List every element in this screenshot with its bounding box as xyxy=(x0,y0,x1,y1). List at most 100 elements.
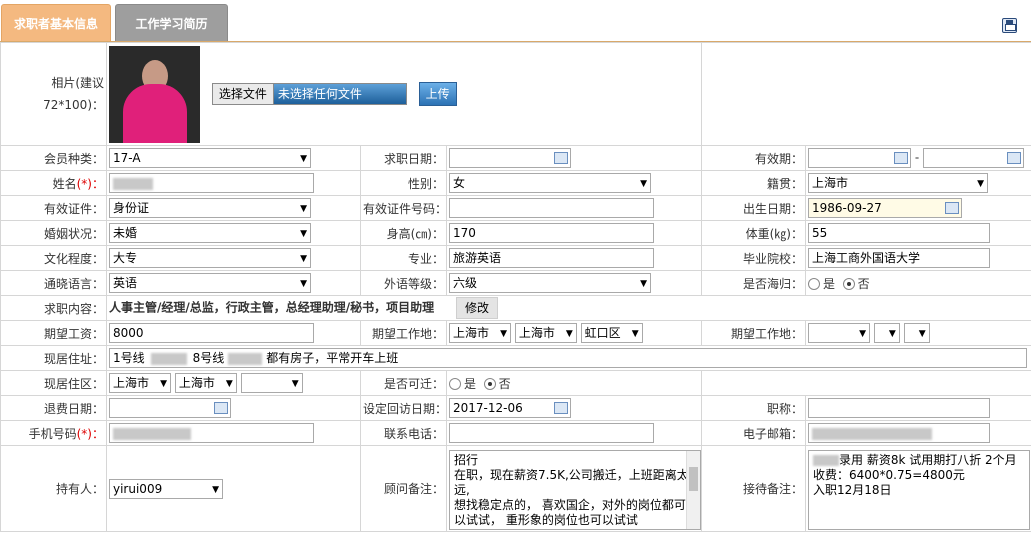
phone-label: 联系电话： xyxy=(360,420,447,446)
gender-select[interactable]: 女 ▼ xyxy=(449,173,651,193)
salary-label: 期望工资： xyxy=(0,320,107,346)
valid-from-input[interactable] xyxy=(808,148,911,168)
reception-note-label: 接待备注： xyxy=(701,445,806,532)
salary-input[interactable]: 8000 xyxy=(109,323,314,343)
relocate-row-empty xyxy=(701,370,1031,396)
foreign-level-select[interactable]: 六级 ▼ xyxy=(449,273,651,293)
calendar-icon[interactable] xyxy=(554,152,568,164)
weight-label: 体重(㎏)： xyxy=(701,220,806,246)
relocate-no-radio[interactable] xyxy=(483,378,496,390)
chevron-down-icon: ▼ xyxy=(500,329,507,339)
apply-date-label: 求职日期： xyxy=(360,145,447,171)
chevron-down-icon: ▼ xyxy=(565,329,573,339)
relocate-yes-radio[interactable] xyxy=(449,378,461,390)
job-title-input[interactable] xyxy=(808,398,990,418)
valid-to-input[interactable] xyxy=(923,148,1024,168)
upload-button[interactable]: 上传 xyxy=(418,82,457,106)
redacted-text xyxy=(113,427,191,440)
calendar-icon[interactable] xyxy=(214,402,228,414)
work-province2-select[interactable]: ▼ xyxy=(808,323,870,343)
applicant-form: 相片(建议 72*100)： 选择文件 未选择任何文件 上传 会员种类： 17-A… xyxy=(0,42,1031,532)
phone-input[interactable] xyxy=(449,423,654,443)
photo-right-empty xyxy=(701,42,1031,146)
chevron-down-icon: ▼ xyxy=(918,329,926,339)
relocate-label: 是否可迁： xyxy=(360,370,447,396)
work-place-label: 期望工作地： xyxy=(360,320,447,346)
modify-button[interactable]: 修改 xyxy=(455,297,498,319)
district-area-select[interactable]: ▼ xyxy=(240,373,303,393)
chevron-down-icon: ▼ xyxy=(640,179,647,189)
work-city2-select[interactable]: ▼ xyxy=(873,323,900,343)
calendar-icon[interactable] xyxy=(894,152,908,164)
chevron-down-icon: ▼ xyxy=(631,329,639,339)
redacted-text xyxy=(813,454,839,466)
refund-date-input[interactable] xyxy=(109,398,231,418)
native-label: 籍贯： xyxy=(701,170,806,196)
tab-resume[interactable]: 工作学习简历 xyxy=(115,4,228,42)
required-mark: (*)： xyxy=(76,176,104,191)
work-place2-label: 期望工作地： xyxy=(701,320,806,346)
marital-select[interactable]: 未婚 ▼ xyxy=(109,223,311,243)
visit-date-input[interactable]: 2017-12-06 xyxy=(449,398,571,418)
id-number-label: 有效证件号码： xyxy=(360,195,447,221)
calendar-icon[interactable] xyxy=(1007,152,1021,164)
redacted-text xyxy=(812,427,932,440)
height-input[interactable]: 170 xyxy=(449,223,654,243)
relocate-no-label: 否 xyxy=(498,376,511,391)
chevron-down-icon: ▼ xyxy=(300,154,307,164)
school-input[interactable]: 上海工商外国语大学 xyxy=(808,248,990,268)
holder-label: 持有人： xyxy=(0,445,107,532)
work-province-select[interactable]: 上海市 ▼ xyxy=(449,323,511,343)
scrollbar[interactable] xyxy=(686,450,700,529)
apply-date-input[interactable] xyxy=(449,148,571,168)
tab-basic-info[interactable]: 求职者基本信息 xyxy=(1,4,111,42)
chevron-down-icon: ▼ xyxy=(300,204,307,214)
mobile-input[interactable] xyxy=(109,423,314,443)
email-label: 电子邮箱： xyxy=(701,420,806,446)
calendar-icon[interactable] xyxy=(945,202,959,214)
address-label: 现居住址： xyxy=(0,345,107,371)
chevron-down-icon: ▼ xyxy=(291,379,299,389)
chevron-down-icon: ▼ xyxy=(859,329,866,339)
reception-note-textarea[interactable]: 录用 薪资8k 试用期打八折 2个月 收费：6400*0.75=4800元 入职… xyxy=(808,449,1030,530)
address-input[interactable]: 1号线 8号线 都有房子，平常开车上班 xyxy=(109,348,1027,368)
holder-select[interactable]: yirui009 ▼ xyxy=(109,478,223,499)
member-type-select[interactable]: 17-A ▼ xyxy=(109,148,311,168)
district-city-select[interactable]: 上海市 ▼ xyxy=(174,373,237,393)
email-input[interactable] xyxy=(808,423,990,443)
work-city-select[interactable]: 上海市 ▼ xyxy=(514,323,577,343)
education-select[interactable]: 大专 ▼ xyxy=(109,248,311,268)
weight-input[interactable]: 55 xyxy=(808,223,990,243)
mobile-label: 手机号码(*)： xyxy=(0,420,107,446)
choose-file-button[interactable]: 选择文件 xyxy=(212,84,274,104)
gender-label: 性别： xyxy=(360,170,447,196)
work-district2-select[interactable]: ▼ xyxy=(903,323,930,343)
id-type-select[interactable]: 身份证 ▼ xyxy=(109,198,311,218)
save-icon[interactable] xyxy=(1002,18,1017,33)
calendar-icon[interactable] xyxy=(554,402,568,414)
native-select[interactable]: 上海市 ▼ xyxy=(808,173,988,193)
marital-label: 婚姻状况： xyxy=(0,220,107,246)
language-select[interactable]: 英语 ▼ xyxy=(109,273,311,293)
returnee-yes-radio[interactable] xyxy=(808,278,820,290)
language-label: 通晓语言： xyxy=(0,270,107,296)
file-picker[interactable]: 选择文件 未选择任何文件 xyxy=(211,83,407,105)
relocate-yes-label: 是 xyxy=(464,376,477,391)
birth-date-input[interactable]: 1986-09-27 xyxy=(808,198,962,218)
returnee-no-label: 否 xyxy=(857,276,870,291)
district-province-select[interactable]: 上海市 ▼ xyxy=(109,373,171,393)
education-label: 文化程度： xyxy=(0,245,107,271)
chevron-down-icon: ▼ xyxy=(212,484,219,495)
major-input[interactable]: 旅游英语 xyxy=(449,248,654,268)
job-content-value: 人事主管/经理/总监，行政主管，总经理助理/秘书，项目助理 xyxy=(109,300,435,315)
member-type-label: 会员种类： xyxy=(0,145,107,171)
id-type-label: 有效证件： xyxy=(0,195,107,221)
name-input[interactable] xyxy=(109,173,314,193)
name-label: 姓名(*)： xyxy=(0,170,107,196)
returnee-no-radio[interactable] xyxy=(842,278,855,290)
required-mark: (*)： xyxy=(76,426,104,441)
id-number-input[interactable] xyxy=(449,198,654,218)
advisor-note-textarea[interactable]: 招行 在职，现在薪资7.5K,公司搬迁，上班距离太远, 想找稳定点的， 喜欢国企… xyxy=(449,449,701,530)
work-district-select[interactable]: 虹口区 ▼ xyxy=(580,323,643,343)
visit-date-label: 设定回访日期： xyxy=(360,395,447,421)
